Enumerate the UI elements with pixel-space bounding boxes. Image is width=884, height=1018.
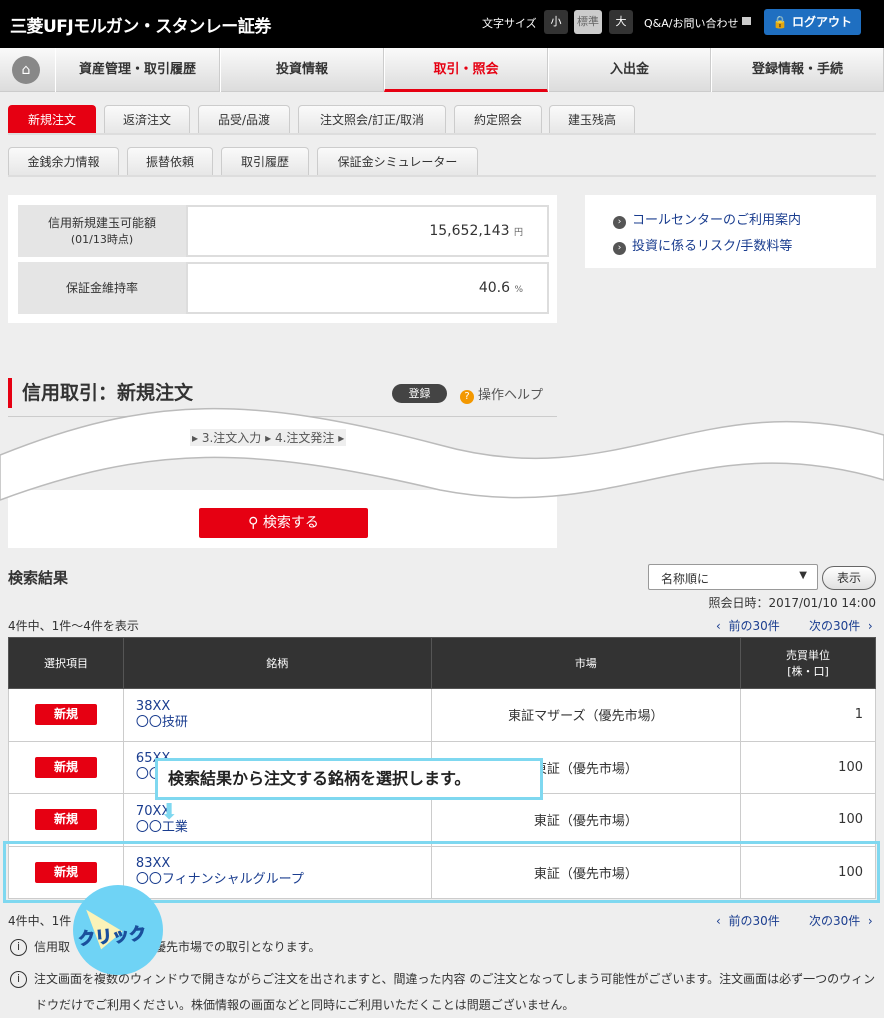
chevron-right-icon: › — [613, 242, 626, 255]
tab-repay[interactable]: 返済注文 — [104, 105, 190, 134]
nav-trade[interactable]: 取引・照会 — [384, 48, 548, 92]
logo[interactable]: 三菱UFJモルガン・スタンレー証券 — [10, 12, 271, 37]
show-button[interactable]: 表示 — [822, 566, 876, 590]
font-large-button[interactable]: 大 — [609, 10, 633, 34]
chevron-right-icon: › — [613, 216, 626, 229]
page-title: 信用取引：新規注文 — [8, 378, 193, 408]
result-count-bottom: 4件中、1件 — [8, 914, 72, 928]
divider — [8, 133, 876, 135]
register-button[interactable]: 登録 — [392, 384, 447, 403]
chevron-down-icon: ▼ — [799, 570, 807, 581]
credit-capacity-label: 信用新規建玉可能額 (01/13時点) — [18, 205, 186, 257]
margin-ratio-label: 保証金維持率 — [18, 262, 186, 314]
next-page-link[interactable]: 次の30件 › — [809, 912, 873, 929]
tab-execution[interactable]: 約定照会 — [454, 105, 542, 134]
stock-link[interactable]: 38XX 〇〇技研 — [122, 688, 432, 742]
credit-capacity-value: 15,652,143 円 — [186, 205, 549, 257]
nav-info[interactable]: 投資情報 — [220, 48, 384, 92]
margin-ratio-value: 40.6 % — [186, 262, 549, 314]
links-panel: › コールセンターのご利用案内 › 投資に係るリスク/手数料等 — [585, 195, 876, 268]
steps: ▸ 3.注文入力 ▸ 4.注文発注 ▸ — [190, 429, 347, 446]
search-icon: ⚲ — [248, 515, 263, 531]
tab-delivery[interactable]: 品受/品渡 — [198, 105, 290, 134]
nav-settings[interactable]: 登録情報・手続 — [711, 48, 884, 92]
summary-panel: 信用新規建玉可能額 (01/13時点) 15,652,143 円 保証金維持率 4… — [8, 195, 557, 323]
prev-page-link[interactable]: ‹ 前の30件 — [716, 617, 780, 634]
home-icon[interactable]: ⌂ — [12, 56, 40, 84]
prev-page-link[interactable]: ‹ 前の30件 — [716, 912, 780, 929]
font-small-button[interactable]: 小 — [544, 10, 568, 34]
tab-new-order[interactable]: 新規注文 — [8, 105, 96, 134]
call-center-link[interactable]: › コールセンターのご利用案内 — [613, 209, 876, 229]
new-order-button[interactable]: 新規 — [34, 704, 97, 726]
results-title: 検索結果 — [8, 569, 69, 587]
callout: 検索結果から注文する銘柄を選択します。 — [155, 758, 543, 800]
result-count: 4件中、1件～4件を表示 — [8, 619, 139, 633]
font-standard-button[interactable]: 標準 — [574, 10, 602, 34]
lock-icon: 🔒 — [772, 15, 793, 29]
table-row: 新規 38XX 〇〇技研 東証マザーズ（優先市場） 1 — [8, 688, 876, 742]
main-nav: ⌂ 資産管理・取引履歴 投資情報 取引・照会 入出金 登録情報・手続 — [0, 48, 884, 92]
new-order-button[interactable]: 新規 — [34, 756, 97, 778]
next-page-link[interactable]: 次の30件 › — [809, 617, 873, 634]
help-link[interactable]: ? 操作ヘルプ — [460, 384, 543, 404]
query-time: 照会日時：2017/01/10 14:00 — [708, 596, 876, 610]
divider — [8, 175, 876, 177]
window-icon — [742, 17, 751, 25]
tab-cash[interactable]: 金銭余力情報 — [8, 147, 119, 176]
sort-select[interactable]: 名称順に ▼ — [648, 564, 818, 590]
nav-assets[interactable]: 資産管理・取引履歴 — [55, 48, 220, 92]
nav-deposit[interactable]: 入出金 — [548, 48, 711, 92]
tab-simulator[interactable]: 保証金シミュレーター — [317, 147, 478, 176]
font-size-label: 文字サイズ — [482, 17, 537, 30]
info-icon: i — [10, 939, 27, 956]
tab-order-inquiry[interactable]: 注文照会/訂正/取消 — [298, 105, 446, 134]
omission-wave — [0, 407, 884, 501]
tab-positions[interactable]: 建玉残高 — [549, 105, 635, 134]
note: i 信用取 社の優先市場での取引となります。 — [10, 934, 320, 960]
info-icon: i — [10, 971, 27, 988]
header: 三菱UFJモルガン・スタンレー証券 文字サイズ 小 標準 大 Q&A/お問い合わ… — [0, 0, 884, 48]
table-row: 新規 70XX 〇〇工業 東証（優先市場） 100 — [8, 793, 876, 847]
logout-button[interactable]: 🔒 ログアウト — [764, 9, 861, 35]
arrow-down-icon: ⬇ — [160, 800, 179, 825]
question-icon: ? — [460, 390, 474, 404]
qa-link[interactable]: Q&A/お問い合わせ — [644, 15, 738, 31]
tab-transfer[interactable]: 振替依頼 — [127, 147, 213, 176]
note: i 注文画面を複数のウィンドウで開きながらご注文を出されますと、間違った内容 のご… — [10, 966, 876, 1018]
tab-history[interactable]: 取引履歴 — [221, 147, 309, 176]
new-order-button[interactable]: 新規 — [34, 809, 97, 831]
risk-fee-link[interactable]: › 投資に係るリスク/手数料等 — [613, 235, 876, 255]
